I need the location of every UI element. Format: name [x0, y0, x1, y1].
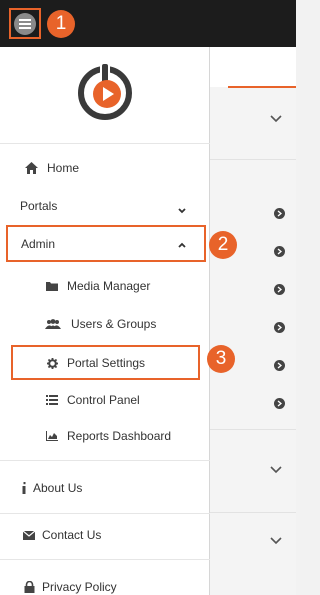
menu-item-label: Reports Dashboard: [67, 429, 172, 443]
menu-item-label: About Us: [33, 481, 83, 495]
menu-item-users-groups[interactable]: Users & Groups: [0, 313, 210, 335]
top-bar: 1: [0, 0, 296, 47]
menu-item-label: Portal Settings: [67, 356, 146, 370]
background-divider: [210, 429, 296, 430]
menu-item-label: Admin: [21, 237, 56, 251]
sidebar: Home Portals Admin 2 Media Manager Users…: [0, 47, 237, 595]
menu-item-control-panel[interactable]: Control Panel: [0, 389, 210, 411]
menu-item-label: Users & Groups: [71, 317, 157, 331]
home-icon: [24, 161, 38, 175]
menu-item-media-manager[interactable]: Media Manager: [0, 275, 210, 297]
callout-badge-2: 2: [209, 231, 237, 259]
menu-item-label: Privacy Policy: [42, 580, 117, 594]
arrow-circle-icon[interactable]: [274, 398, 285, 409]
menu-item-label: Control Panel: [67, 393, 140, 407]
menu-item-label: Home: [47, 161, 80, 175]
users-icon: [45, 317, 61, 331]
background-content-panel: [210, 47, 296, 595]
menu-item-contact-us[interactable]: Contact Us: [0, 524, 210, 546]
divider: [0, 559, 210, 560]
hamburger-icon: [14, 12, 36, 35]
list-icon: [45, 393, 59, 407]
envelope-icon: [22, 528, 36, 542]
menu-item-label: Contact Us: [42, 528, 102, 542]
divider: [0, 460, 210, 461]
menu-item-label: Portals: [20, 199, 58, 213]
menu-toggle-button[interactable]: [9, 8, 41, 39]
menu-item-portal-settings[interactable]: Portal Settings: [0, 352, 210, 374]
area-chart-icon: [45, 429, 59, 443]
arrow-circle-icon[interactable]: [274, 208, 285, 219]
chevron-down-icon[interactable]: [268, 461, 284, 477]
arrow-circle-icon[interactable]: [274, 360, 285, 371]
info-icon: [21, 481, 27, 495]
chevron-down-icon[interactable]: [268, 110, 284, 126]
logo-area: [0, 47, 210, 143]
menu-item-reports-dashboard[interactable]: Reports Dashboard: [0, 425, 210, 447]
chevron-down-icon[interactable]: [268, 532, 284, 548]
divider: [0, 143, 210, 144]
menu-item-about-us[interactable]: About Us: [0, 477, 210, 499]
brand-logo[interactable]: [74, 60, 136, 122]
chevron-down-icon[interactable]: [177, 206, 187, 216]
lock-icon: [22, 580, 36, 594]
callout-badge-1: 1: [47, 10, 75, 38]
menu-item-home[interactable]: Home: [0, 157, 210, 179]
divider: [0, 513, 210, 514]
background-header: [210, 47, 296, 87]
arrow-circle-icon[interactable]: [274, 284, 285, 295]
background-divider: [210, 159, 296, 160]
menu-item-privacy-policy[interactable]: Privacy Policy: [0, 576, 210, 595]
chevron-up-icon[interactable]: [177, 240, 187, 250]
folder-icon: [45, 279, 59, 293]
background-header-accent: [228, 86, 296, 88]
arrow-circle-icon[interactable]: [274, 246, 285, 257]
gear-icon: [45, 356, 59, 370]
arrow-circle-icon[interactable]: [274, 322, 285, 333]
callout-badge-3: 3: [207, 345, 235, 373]
background-divider: [210, 512, 296, 513]
menu-item-label: Media Manager: [67, 279, 151, 293]
